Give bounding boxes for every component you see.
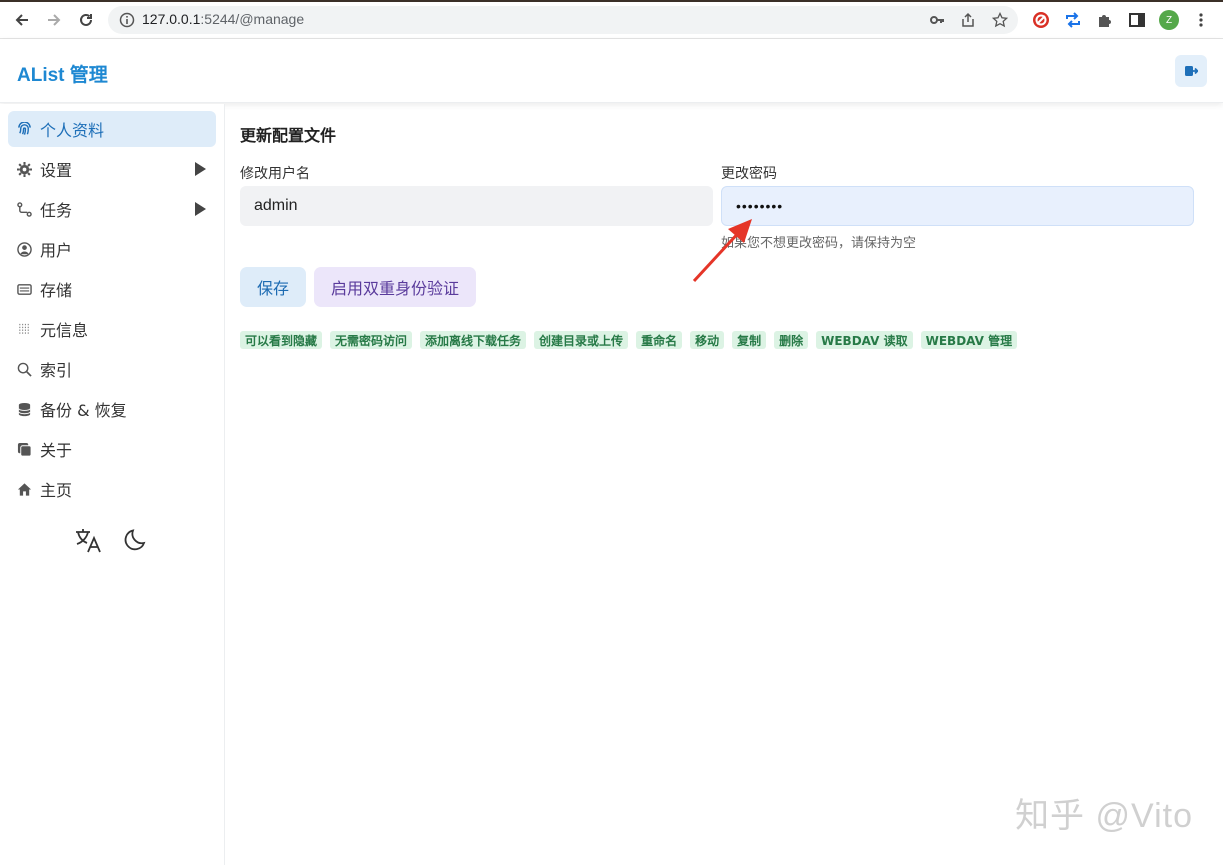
password-label: 更改密码 [721, 166, 777, 182]
sidebar-item-index[interactable]: 索引 [8, 351, 216, 387]
translate-icon [76, 529, 101, 553]
enable-2fa-button[interactable]: 启用双重身份验证 [314, 267, 476, 307]
permission-tag: 可以看到隐藏 [240, 331, 323, 349]
permission-tags: 可以看到隐藏 无需密码访问 添加离线下载任务 创建目录或上传 重命名 移动 复制… [240, 331, 1018, 349]
translate-button[interactable] [72, 524, 104, 556]
sidepanel-icon[interactable] [1126, 9, 1148, 31]
storage-icon [16, 281, 32, 297]
address-bar[interactable]: 127.0.0.1:5244/@manage [108, 6, 1018, 34]
expand-arrow-icon[interactable] [195, 162, 206, 176]
avatar-letter: Z [1165, 14, 1173, 26]
sidebar-item-label: 用户 [40, 241, 73, 260]
sidebar-item-label: 元信息 [40, 321, 89, 340]
sidebar-item-label: 个人资料 [40, 121, 105, 140]
url-text: 127.0.0.1:5244/@manage [142, 11, 304, 27]
permission-tag: 重命名 [636, 331, 683, 349]
sidebar-item-label: 关于 [40, 441, 73, 460]
sidebar-item-label: 备份 & 恢复 [40, 401, 127, 420]
sidebar-item-about[interactable]: 关于 [8, 431, 216, 467]
dark-mode-toggle[interactable] [120, 524, 152, 556]
password-field[interactable]: •••••••• [721, 186, 1194, 226]
sidebar-item-users[interactable]: 用户 [8, 231, 216, 267]
sidebar-item-label: 设置 [40, 161, 73, 180]
permission-tag: 删除 [774, 331, 809, 349]
url-host: 127.0.0.1 [142, 11, 201, 27]
reload-icon [80, 13, 92, 26]
url-path: :5244/@manage [200, 11, 305, 27]
save-button[interactable]: 保存 [240, 267, 306, 307]
sidebar-tools [72, 524, 162, 556]
profile-avatar[interactable]: Z [1158, 9, 1180, 31]
sidebar-item-home[interactable]: 主页 [8, 471, 216, 507]
sidebar-item-tasks[interactable]: 任务 [8, 191, 216, 227]
permission-tag: 创建目录或上传 [534, 331, 629, 349]
sidebar-item-label: 任务 [40, 201, 73, 220]
sidebar-item-storage[interactable]: 存储 [8, 271, 216, 307]
database-icon [16, 401, 32, 417]
app-header: AList 管理 [0, 39, 1223, 103]
permission-tag: 移动 [690, 331, 725, 349]
star-icon[interactable] [991, 11, 1009, 29]
permission-tag: WEBDAV 管理 [920, 331, 1018, 349]
sidebar: 个人资料 设置 任务 用户 存储 元信息 索引 备份 & 恢复 关于 主页 [0, 104, 225, 865]
sync-extension-icon[interactable] [1062, 9, 1084, 31]
arrow-left-icon [15, 14, 28, 26]
gear-icon [16, 161, 32, 177]
sidebar-item-label: 主页 [40, 481, 73, 500]
annotation-arrow [692, 219, 752, 283]
permission-tag: WEBDAV 读取 [816, 331, 913, 349]
permission-tag: 复制 [732, 331, 767, 349]
about-icon [16, 441, 32, 457]
watermark: 知乎 @Vito [1015, 797, 1193, 835]
key-icon[interactable] [928, 11, 946, 29]
forward-button[interactable] [42, 8, 66, 32]
expand-arrow-icon[interactable] [195, 202, 206, 216]
app-title[interactable]: AList 管理 [17, 60, 108, 87]
window-top-edge [0, 0, 1223, 2]
permission-tag: 无需密码访问 [330, 331, 413, 349]
logout-button[interactable] [1175, 55, 1207, 87]
puzzle-extensions-icon[interactable] [1094, 9, 1116, 31]
reload-button[interactable] [74, 8, 98, 32]
flow-icon [16, 201, 32, 217]
username-label: 修改用户名 [240, 166, 310, 182]
arrow-right-icon [48, 14, 61, 26]
moon-icon [124, 529, 146, 551]
sidebar-item-backup[interactable]: 备份 & 恢复 [8, 391, 216, 427]
logout-icon [1185, 66, 1198, 76]
user-circle-icon [16, 241, 32, 257]
fingerprint-icon [16, 121, 32, 137]
sidebar-item-label: 索引 [40, 361, 73, 380]
browser-toolbar: 127.0.0.1:5244/@manage Z [0, 0, 1223, 39]
browser-menu-button[interactable] [1190, 9, 1212, 31]
page-title: 更新配置文件 [240, 126, 337, 145]
sidebar-item-settings[interactable]: 设置 [8, 151, 216, 187]
sidebar-item-metadata[interactable]: 元信息 [8, 311, 216, 347]
metadata-icon [16, 321, 32, 337]
permission-tag: 添加离线下载任务 [420, 331, 527, 349]
sidebar-item-profile[interactable]: 个人资料 [8, 111, 216, 147]
sidebar-item-label: 存储 [40, 281, 73, 300]
search-icon [16, 361, 32, 377]
kebab-menu-icon [1199, 13, 1203, 27]
home-icon [16, 481, 32, 497]
back-button[interactable] [10, 8, 34, 32]
username-field[interactable] [240, 186, 713, 226]
share-icon[interactable] [959, 11, 977, 29]
blocker-extension-icon[interactable] [1030, 9, 1052, 31]
info-icon[interactable] [118, 11, 136, 29]
